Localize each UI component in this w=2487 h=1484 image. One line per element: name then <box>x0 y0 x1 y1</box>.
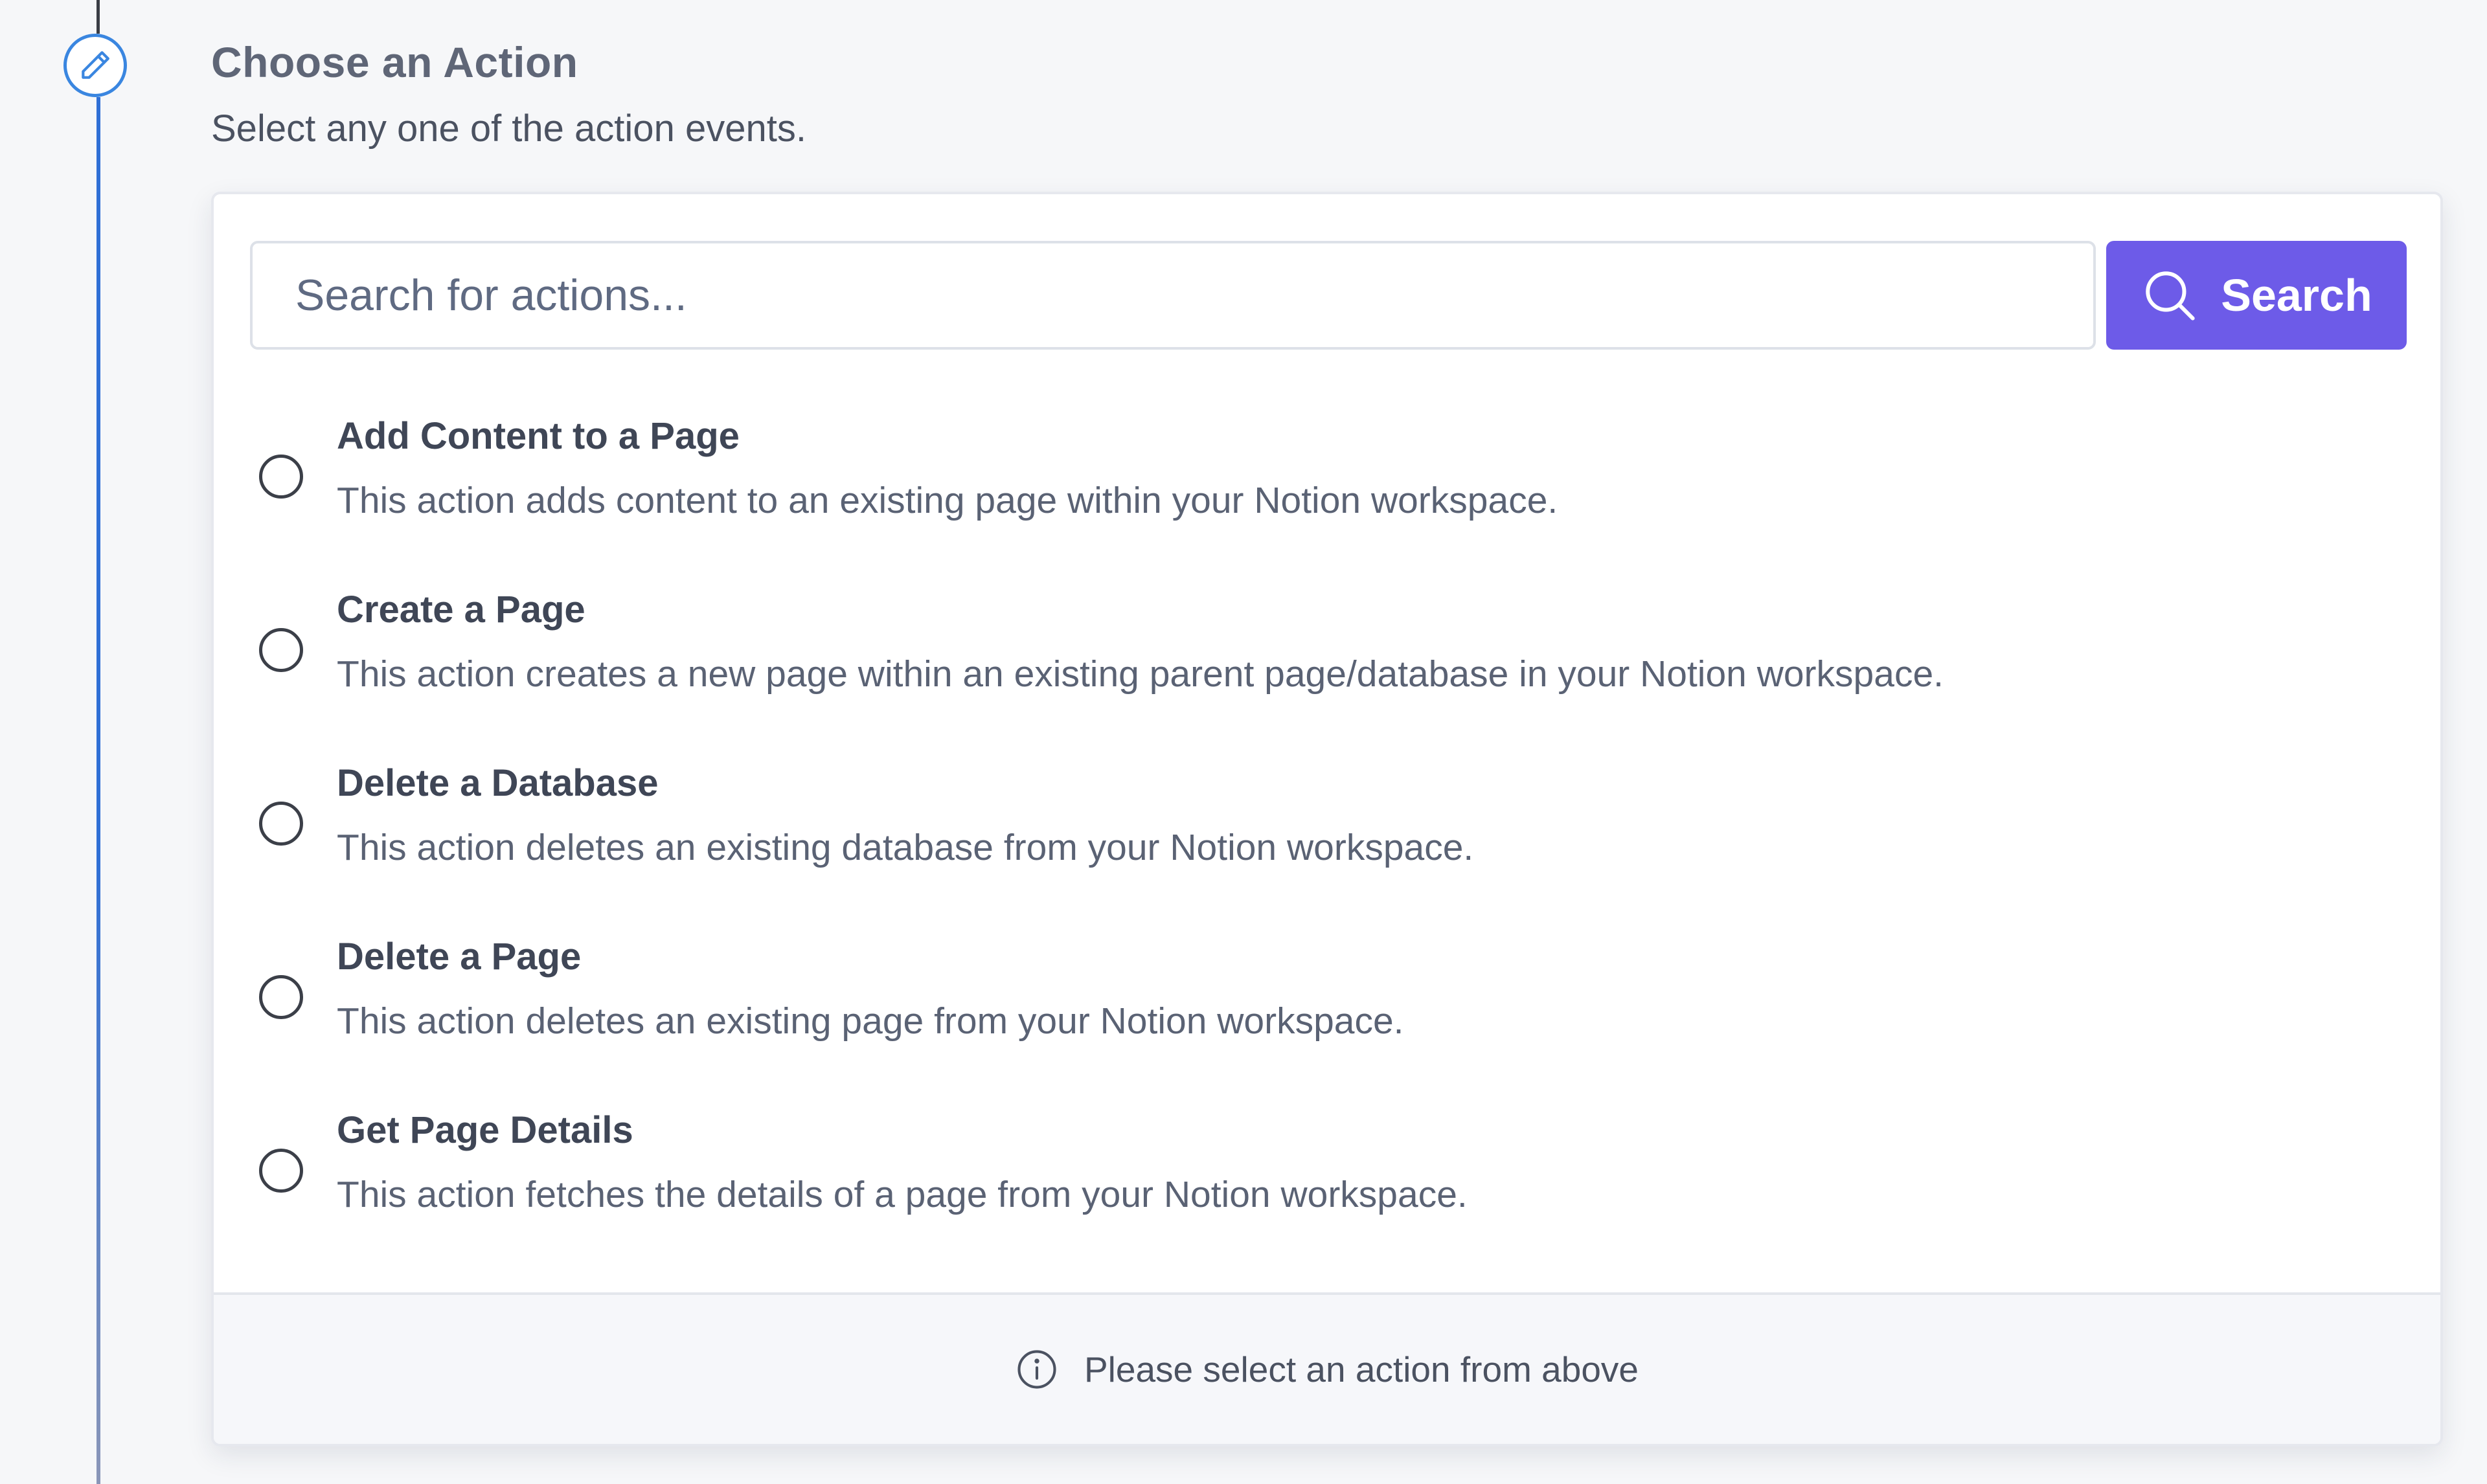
action-option-get-page-details[interactable]: Get Page Details This action fetches the… <box>214 1108 2440 1282</box>
action-description: This action creates a new page within an… <box>337 653 1944 695</box>
search-input[interactable] <box>250 241 2096 350</box>
action-title: Add Content to a Page <box>337 415 740 457</box>
timeline-line <box>97 97 100 1484</box>
action-title: Delete a Database <box>337 762 659 804</box>
radio-button[interactable] <box>259 455 303 499</box>
action-card: Search Add Content to a Page This action… <box>211 192 2443 1446</box>
action-option-create-page[interactable]: Create a Page This action creates a new … <box>214 588 2440 761</box>
timeline-line-top <box>97 0 100 34</box>
action-title: Create a Page <box>337 589 585 631</box>
radio-button[interactable] <box>259 802 303 846</box>
radio-button[interactable] <box>259 628 303 672</box>
action-option-add-content[interactable]: Add Content to a Page This action adds c… <box>214 414 2440 588</box>
step-indicator <box>63 34 127 97</box>
radio-button[interactable] <box>259 1149 303 1193</box>
search-button-label: Search <box>2221 270 2372 320</box>
search-icon <box>2146 271 2195 320</box>
action-description: This action adds content to an existing … <box>337 480 1558 521</box>
search-button[interactable]: Search <box>2106 241 2407 350</box>
section-title: Choose an Action <box>211 38 578 86</box>
pencil-icon <box>82 51 109 79</box>
action-title: Get Page Details <box>337 1109 633 1151</box>
action-description: This action fetches the details of a pag… <box>337 1174 1468 1215</box>
radio-button[interactable] <box>259 975 303 1019</box>
action-list: Add Content to a Page This action adds c… <box>214 414 2440 1282</box>
info-icon <box>1017 1350 1056 1389</box>
action-option-delete-page[interactable]: Delete a Page This action deletes an exi… <box>214 935 2440 1108</box>
action-title: Delete a Page <box>337 936 582 978</box>
action-description: This action deletes an existing database… <box>337 827 1474 868</box>
action-description: This action deletes an existing page fro… <box>337 1000 1404 1042</box>
footer-message: Please select an action from above <box>1084 1349 1639 1389</box>
section-subtitle: Select any one of the action events. <box>211 107 806 150</box>
action-option-delete-database[interactable]: Delete a Database This action deletes an… <box>214 761 2440 935</box>
card-footer: Please select an action from above <box>214 1292 2440 1444</box>
